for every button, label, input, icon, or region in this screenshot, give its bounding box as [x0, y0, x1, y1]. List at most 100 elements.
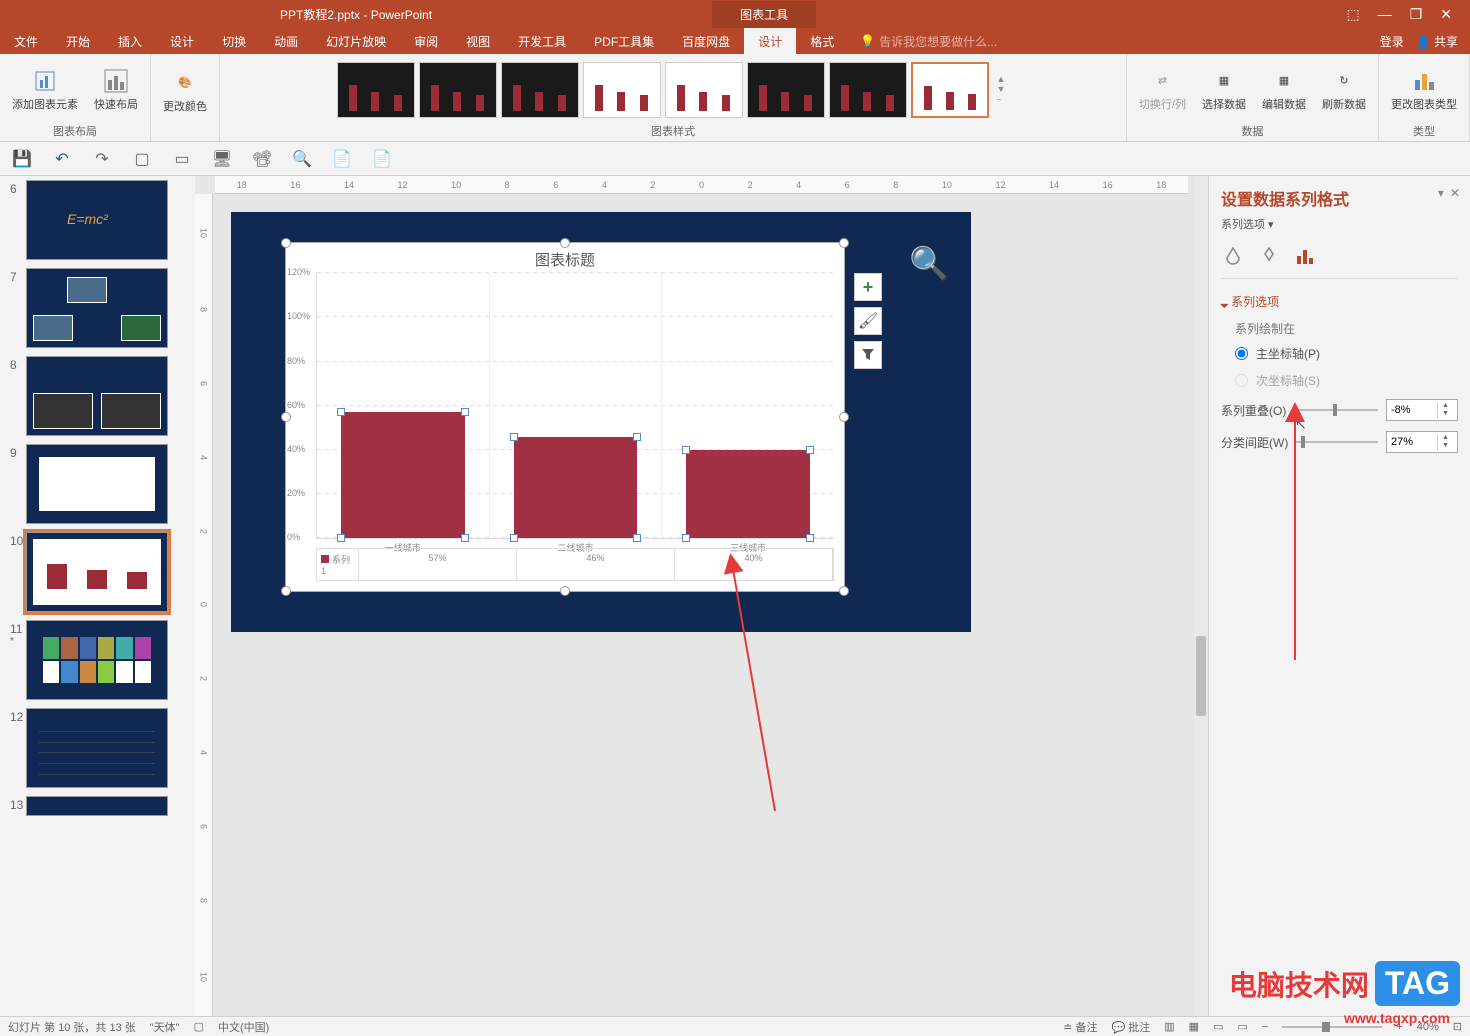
section-series-options[interactable]: 系列选项 — [1221, 293, 1458, 310]
gap-input[interactable] — [1387, 436, 1437, 448]
zoom-out-button[interactable]: − — [1262, 1021, 1268, 1033]
chart-style-5[interactable] — [665, 62, 743, 118]
spin-up-icon[interactable]: ▲ — [1438, 402, 1453, 410]
effects-icon[interactable] — [1257, 244, 1281, 268]
chart-tools-tab[interactable]: 图表工具 — [712, 1, 816, 28]
primary-axis-radio[interactable]: 主坐标轴(P) — [1235, 345, 1458, 362]
minimize-button[interactable]: — — [1378, 6, 1392, 23]
tab-slideshow[interactable]: 幻灯片放映 — [312, 28, 400, 55]
tab-baidu[interactable]: 百度网盘 — [668, 28, 744, 55]
slide-thumb-8[interactable]: 8 — [10, 356, 191, 436]
share-button[interactable]: 👤 共享 — [1416, 33, 1458, 50]
normal-view-button[interactable]: ▥ — [1164, 1020, 1174, 1033]
chart-style-3[interactable] — [501, 62, 579, 118]
chart-filters-button[interactable] — [854, 341, 882, 369]
qat-btn-6[interactable]: 🖥 — [212, 149, 232, 169]
styles-scroll-up[interactable]: ▲ — [997, 74, 1006, 84]
change-colors-button[interactable]: 🎨 更改颜色 — [157, 68, 213, 116]
tab-pdf[interactable]: PDF工具集 — [580, 28, 668, 55]
reading-view-button[interactable]: ▭ — [1213, 1020, 1223, 1033]
tab-review[interactable]: 审阅 — [400, 28, 452, 55]
tell-me-search[interactable]: 💡 告诉我您想要做什么... — [860, 33, 997, 50]
chart-style-8[interactable] — [911, 62, 989, 118]
tab-animations[interactable]: 动画 — [260, 28, 312, 55]
redo-button[interactable]: ↷ — [92, 149, 112, 169]
tab-chart-design[interactable]: 设计 — [744, 28, 796, 55]
switch-rowcol-button[interactable]: ⇄ 切换行/列 — [1133, 66, 1192, 114]
editor-scrollbar[interactable] — [1194, 176, 1208, 1016]
save-button[interactable]: 💾 — [12, 149, 32, 169]
ribbon-options-icon[interactable]: ⬚ — [1346, 6, 1359, 23]
tab-home[interactable]: 开始 — [52, 28, 104, 55]
slide-thumb-10[interactable]: 10 — [10, 532, 191, 612]
spin-up-icon[interactable]: ▲ — [1438, 434, 1453, 442]
spin-down-icon[interactable]: ▼ — [1438, 410, 1453, 418]
chart-plot-area[interactable]: 0% 20% 40% 60% 80% 100% 120% 一线城市 — [316, 273, 834, 539]
tab-transitions[interactable]: 切换 — [208, 28, 260, 55]
comments-button[interactable]: 💬 批注 — [1111, 1019, 1150, 1035]
chart-style-2[interactable] — [419, 62, 497, 118]
tab-developer[interactable]: 开发工具 — [504, 28, 580, 55]
qat-btn-7[interactable]: 📽 — [252, 149, 272, 169]
slideshow-view-button[interactable]: ▭ — [1237, 1020, 1247, 1033]
chart-style-6[interactable] — [747, 62, 825, 118]
maximize-button[interactable]: ❐ — [1410, 6, 1423, 23]
secondary-axis-radio[interactable]: 次坐标轴(S) — [1235, 372, 1458, 389]
overlap-spinbox[interactable]: ▲▼ — [1386, 399, 1458, 421]
tab-file[interactable]: 文件 — [0, 28, 52, 55]
chart-bar-2[interactable] — [514, 437, 638, 538]
select-data-button[interactable]: ▦ 选择数据 — [1196, 66, 1252, 114]
chart-style-4[interactable] — [583, 62, 661, 118]
add-chart-element-button[interactable]: 添加图表元素 — [6, 66, 84, 114]
slide-thumb-6[interactable]: 6 E=mc² — [10, 180, 191, 260]
slide-editor[interactable]: 18161412108642024681012141618 1086420246… — [195, 176, 1208, 1016]
chart-object[interactable]: 图表标题 0% 20% 40% 60% 80% 100% 120% — [285, 242, 845, 592]
edit-data-button[interactable]: ▦ 编辑数据 — [1256, 66, 1312, 114]
overlap-input[interactable] — [1387, 404, 1437, 416]
chart-styles-button[interactable]: 🖌 — [854, 307, 882, 335]
tab-chart-format[interactable]: 格式 — [796, 28, 848, 55]
quick-layout-button[interactable]: 快速布局 — [88, 66, 144, 114]
chart-style-7[interactable] — [829, 62, 907, 118]
fill-line-icon[interactable] — [1221, 244, 1245, 268]
gap-slider[interactable] — [1296, 441, 1378, 443]
series-options-icon[interactable] — [1293, 244, 1317, 268]
fit-to-window-button[interactable]: ⊡ — [1453, 1020, 1462, 1033]
close-button[interactable]: ✕ — [1440, 6, 1452, 23]
pane-subtitle[interactable]: 系列选项 ▾ — [1221, 216, 1458, 232]
pane-dropdown-icon[interactable]: ▾ — [1438, 186, 1444, 200]
tab-insert[interactable]: 插入 — [104, 28, 156, 55]
gap-spinbox[interactable]: ▲▼ — [1386, 431, 1458, 453]
language-status[interactable]: 中文(中国) — [218, 1019, 269, 1035]
slide-thumbnail-panel[interactable]: 6 E=mc² 7 8 9 10 — [0, 176, 195, 1016]
tab-view[interactable]: 视图 — [452, 28, 504, 55]
chart-bar-1[interactable] — [341, 412, 465, 538]
styles-scroll-down[interactable]: ▼ — [997, 84, 1006, 94]
slide-thumb-11[interactable]: 11* — [10, 620, 191, 700]
sorter-view-button[interactable]: ▦ — [1189, 1020, 1199, 1033]
chart-elements-button[interactable]: + — [854, 273, 882, 301]
slide-thumb-7[interactable]: 7 — [10, 268, 191, 348]
slide-thumb-13[interactable]: 13 — [10, 796, 191, 816]
slide-thumb-9[interactable]: 9 — [10, 444, 191, 524]
notes-button[interactable]: ≐ 备注 — [1063, 1019, 1097, 1035]
undo-button[interactable]: ↶ — [52, 149, 72, 169]
qat-btn-9[interactable]: 📄 — [332, 149, 352, 169]
slide-canvas[interactable]: 🔍 图表标题 0% 20% 40% 60% 80% 100% 120% — [231, 212, 971, 632]
pane-close-button[interactable]: ✕ — [1450, 186, 1460, 200]
login-link[interactable]: 登录 — [1380, 33, 1404, 50]
primary-axis-input[interactable] — [1235, 347, 1248, 360]
qat-btn-8[interactable]: 🔍 — [292, 149, 312, 169]
spellcheck-icon[interactable]: ▢ — [194, 1020, 204, 1033]
refresh-data-button[interactable]: ↻ 刷新数据 — [1316, 66, 1372, 114]
slide-counter[interactable]: 幻灯片 第 10 张，共 13 张 — [8, 1019, 136, 1035]
qat-btn-10[interactable]: 📄 — [372, 149, 392, 169]
chart-style-1[interactable] — [337, 62, 415, 118]
overlap-slider[interactable] — [1294, 409, 1378, 411]
change-chart-type-button[interactable]: 更改图表类型 — [1385, 66, 1463, 114]
spin-down-icon[interactable]: ▼ — [1438, 442, 1453, 450]
qat-btn-4[interactable]: ▢ — [132, 149, 152, 169]
slide-thumb-12[interactable]: 12 — [10, 708, 191, 788]
chart-bar-3[interactable] — [686, 450, 810, 538]
qat-btn-5[interactable]: ▭ — [172, 149, 192, 169]
